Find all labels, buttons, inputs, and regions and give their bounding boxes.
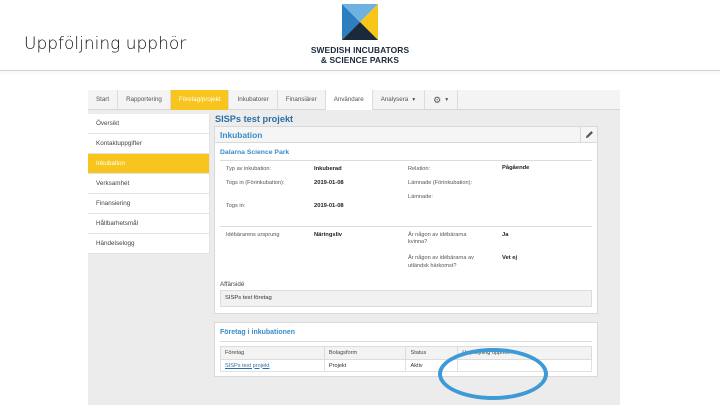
field-value: Näringsliv [314,232,343,238]
page-title: SISPs test projekt [215,114,294,124]
tab-rapportering[interactable]: Rapportering [118,90,171,110]
field-label: Lämnade (Förinkubation): [408,180,473,186]
column-header: Bolagsform [323,346,407,360]
sisp-logo: SWEDISH INCUBATORS & SCIENCE PARKS [300,4,420,66]
gear-icon: ⚙ [433,95,442,105]
tab-inkubatorer[interactable]: Inkubatorer [229,90,278,110]
logo-text-line1: SWEDISH INCUBATORS [310,45,410,55]
company-link[interactable]: SISPs test projekt [225,363,269,369]
tab-label: Rapportering [126,96,162,103]
divider [220,160,592,161]
slide-title: Uppföljning upphör [24,34,187,54]
tab-label: Analysera [380,96,409,103]
field-value: Pågående [502,165,530,171]
highlight-ellipse [438,348,548,400]
section-title: Företag i inkubationen [220,329,296,336]
tab-finansiarer[interactable]: Finansiärer [278,90,326,110]
field-value: Inkuberad [314,166,342,172]
sisp-logo-mark-icon [342,4,378,40]
sidebar: Översikt Kontaktuppgifter Inkubation Ver… [88,114,210,254]
field-label: Togs in (Förinkubation): [226,180,285,186]
table-cell: SISPs test projekt [220,359,325,372]
section-header-inkubation: Inkubation [214,126,598,143]
field-label: Relation: [408,166,431,172]
divider [220,341,592,342]
affarside-label: Affärsidé [220,281,245,288]
section-title: Inkubation [220,130,263,140]
tab-label: Användare [333,96,364,103]
field-value: 2019-01-08 [314,203,344,209]
sidebar-item-oversikt[interactable]: Översikt [88,114,210,134]
top-navigation: Start Rapportering Företag/projekt Inkub… [88,90,620,110]
sidebar-item-finansiering[interactable]: Finansiering [88,194,210,214]
field-label: kvinna? [408,239,428,245]
field-value: Vet ej [502,255,518,261]
tab-label: Start [96,96,110,103]
tab-label: Finansiärer [285,96,317,103]
tab-start[interactable]: Start [88,90,119,110]
field-label: Är någon av idébärarna av [408,255,474,261]
logo-text-line2: & SCIENCE PARKS [320,55,400,65]
caret-down-icon: ▼ [444,97,450,103]
header-divider [0,70,720,71]
settings-menu[interactable]: ⚙ ▼ [425,90,459,110]
edit-button[interactable] [580,127,597,142]
sidebar-item-verksamhet[interactable]: Verksamhet [88,174,210,194]
divider [220,226,592,227]
field-label: Lämnade: [408,194,433,200]
sidebar-item-inkubation[interactable]: Inkubation [88,154,210,174]
sidebar-item-kontaktuppgifter[interactable]: Kontaktuppgifter [88,134,210,154]
field-value: 2019-01-08 [314,180,344,186]
column-header: Företag [220,346,325,360]
field-label: Idébärarens ursprung [226,232,280,238]
app-window: Start Rapportering Företag/projekt Inkub… [88,90,620,405]
tab-label: Företag/projekt [178,96,221,103]
affarside-value: SISPs test företag [220,290,592,307]
field-value: Ja [502,232,509,238]
field-label: Typ av inkubation: [226,166,272,172]
tab-anvandare[interactable]: Användare [325,90,373,110]
science-park-name: Dalarna Science Park [220,149,290,156]
sidebar-item-hallbarhetsmal[interactable]: Hållbarhetsmål [88,214,210,234]
table-cell: Projekt [323,359,407,372]
field-label: utländsk härkomst? [408,263,457,269]
field-label: Togs in: [226,203,246,209]
main-content: SISPs test projekt Inkubation Dalarna Sc… [214,112,598,377]
tab-label: Inkubatorer [237,96,269,103]
tab-foretag-projekt[interactable]: Företag/projekt [170,90,230,110]
pencil-icon [585,131,593,139]
sidebar-item-handelselogg[interactable]: Händelselogg [88,234,210,254]
inkubation-card: Dalarna Science Park Typ av inkubation: … [214,143,598,314]
caret-down-icon: ▼ [411,97,417,103]
tab-analysera[interactable]: Analysera ▼ [373,90,426,110]
inkubation-details: Typ av inkubation: Inkuberad Togs in (Fö… [220,163,592,279]
